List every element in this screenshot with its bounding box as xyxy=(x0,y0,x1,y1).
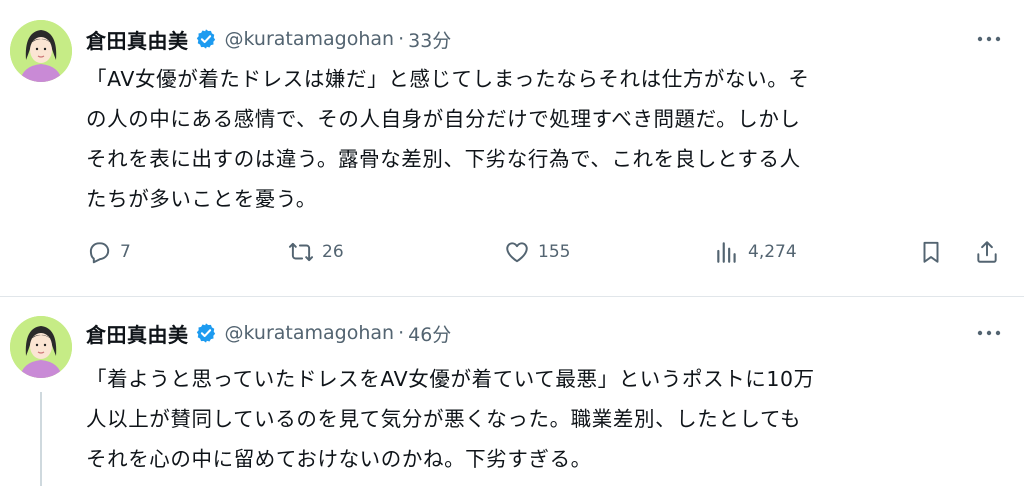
thread-connector-line xyxy=(40,392,42,486)
tweet-header: 倉田真由美 @kuratamagohan · 33分 xyxy=(86,24,451,54)
tweet-text-line: それを心の中に留めておけないのかね。下劣すぎる。 xyxy=(86,447,592,471)
separator-dot: · xyxy=(398,322,405,344)
analytics-icon xyxy=(717,242,736,263)
bookmark-icon xyxy=(923,241,939,263)
user-handle[interactable]: @kuratamagohan xyxy=(225,322,395,344)
views-button[interactable]: 4,274 xyxy=(714,232,797,272)
heart-icon xyxy=(506,242,528,263)
tweet-text-line: それを表に出すのは違う。露骨な差別、下劣な行為で、これを良しとする人 xyxy=(86,147,801,171)
more-options-icon[interactable] xyxy=(976,34,1002,44)
like-button[interactable]: 155 xyxy=(504,232,570,272)
tweet-text-line: たちが多いことを憂う。 xyxy=(86,187,317,211)
display-name[interactable]: 倉田真由美 xyxy=(86,25,189,54)
tweet-1[interactable]: 倉田真由美 @kuratamagohan · 33分 「AV女優が着たドレスは嫌… xyxy=(0,0,1024,297)
avatar-illustration xyxy=(10,20,72,82)
share-button[interactable] xyxy=(974,232,1000,272)
repost-button[interactable]: 26 xyxy=(288,232,344,272)
separator-dot: · xyxy=(398,28,405,50)
repost-icon xyxy=(288,242,314,262)
timestamp[interactable]: 46分 xyxy=(408,320,451,347)
tweet-text: 「着ようと思っていたドレスをAV女優が着ていて最悪」というポストに10万 人以上… xyxy=(86,359,1006,479)
share-icon xyxy=(977,241,997,263)
tweet-text-line: 「AV女優が着たドレスは嫌だ」と感じてしまったならそれは仕方がない。そ xyxy=(86,67,810,91)
view-count: 4,274 xyxy=(748,242,797,262)
tweet-actions: 7 26 155 4,274 xyxy=(86,232,1006,272)
reply-count: 7 xyxy=(120,242,131,262)
avatar[interactable] xyxy=(10,316,72,378)
avatar-illustration xyxy=(10,316,72,378)
timestamp[interactable]: 33分 xyxy=(408,26,451,53)
tweet-text-line: 「着ようと思っていたドレスをAV女優が着ていて最悪」というポストに10万 xyxy=(86,367,815,391)
tweet-header: 倉田真由美 @kuratamagohan · 46分 xyxy=(86,318,451,348)
reply-icon xyxy=(89,242,110,264)
tweet-text-line: 人以上が賛同しているのを見て気分が悪くなった。職業差別、したとしても xyxy=(86,407,802,431)
tweet-text-line: の人の中にある感情で、その人自身が自分だけで処理すべき問題だ。しかし xyxy=(86,107,801,131)
verified-badge-icon xyxy=(196,29,215,49)
verified-badge-icon xyxy=(196,323,215,343)
tweet-text: 「AV女優が着たドレスは嫌だ」と感じてしまったならそれは仕方がない。そ の人の中… xyxy=(86,59,1006,219)
like-count: 155 xyxy=(538,242,571,262)
more-options-icon[interactable] xyxy=(976,328,1002,338)
reply-button[interactable]: 7 xyxy=(86,232,131,272)
bookmark-button[interactable] xyxy=(918,232,944,272)
display-name[interactable]: 倉田真由美 xyxy=(86,319,189,348)
user-handle[interactable]: @kuratamagohan xyxy=(225,28,395,50)
avatar[interactable] xyxy=(10,20,72,82)
repost-count: 26 xyxy=(322,242,344,262)
